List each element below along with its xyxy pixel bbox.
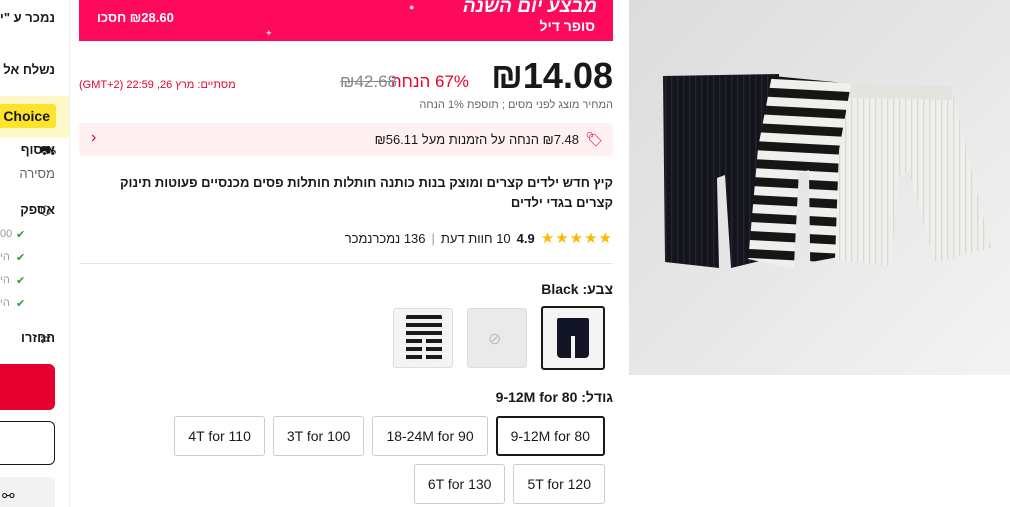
product-title: קיץ חדש ילדים קצרים ומוצק בנות כותנה חות…: [120, 175, 613, 210]
ships-to-label[interactable]: נשלח אל: [3, 62, 55, 77]
size-options: 80 9-12M for 90 18-24M for 100 3T for 11…: [135, 416, 605, 504]
banner-subtitle: סופר דיל: [539, 18, 595, 34]
color-swatches: ⊘: [393, 306, 605, 370]
selected-color: Black: [541, 281, 579, 297]
sold-by-label: נמכר ע "י: [0, 10, 55, 25]
swatch-black[interactable]: [541, 306, 605, 370]
tag-icon: 🏷: [585, 131, 603, 147]
size-option[interactable]: 120 5T for: [513, 464, 605, 504]
size-option[interactable]: 80 9-12M for: [495, 416, 605, 456]
chevron-left-icon[interactable]: ‹: [91, 129, 96, 147]
star-rating-icon: ★★★★★: [540, 230, 613, 247]
price-row: ₪14.08 67% הנחה ₪42.68 מסתיים: מרץ 26, 2…: [79, 55, 613, 96]
divider: [79, 263, 613, 264]
check-icon: ✔: [16, 298, 26, 310]
swatch-unavailable[interactable]: ⊘: [467, 308, 527, 368]
unavailable-icon: ⊘: [488, 331, 502, 348]
product-info: מבצע יום השנה סופר דיל ✦ ● ₪28.60 חסכו ₪…: [79, 0, 613, 507]
original-price: ₪42.68: [340, 72, 397, 91]
size-option[interactable]: 100 3T for: [272, 416, 365, 456]
size-option[interactable]: 90 18-24M for: [372, 416, 488, 456]
promo-banner: מבצע יום השנה סופר דיל ✦ ● ₪28.60 חסכו: [79, 0, 613, 41]
coupon-bar[interactable]: 🏷 ₪7.48 הנחה על הזמנות מעל ₪56.11 ‹: [79, 123, 613, 156]
side-panel: נמכר ע "י נשלח אל Choice ⛟ איסוף מסירה ⬡…: [0, 0, 70, 507]
product-photo-illustration: [663, 74, 991, 270]
check-icon: ✔: [16, 275, 26, 287]
choice-section: Choice: [0, 96, 69, 138]
size-label: גודל: 80 9-12M for: [496, 389, 613, 405]
spec-title: אספק: [20, 202, 55, 217]
check-icon: ✔: [16, 229, 26, 241]
coupon-text: ₪7.48 הנחה על הזמנות מעל ₪56.11: [374, 132, 579, 147]
sparkle-icon: ●: [409, 2, 415, 12]
sparkle-icon: ✦: [265, 28, 273, 38]
buy-now-button[interactable]: [0, 364, 55, 410]
share-button[interactable]: ⚯: [0, 477, 55, 507]
size-option[interactable]: 130 6T for: [413, 464, 506, 504]
product-image[interactable]: [629, 0, 1010, 375]
discount-label: 67% הנחה: [390, 72, 469, 91]
size-label-text: גודל:: [581, 389, 613, 405]
color-label: צבע: Black: [541, 281, 613, 297]
share-icon: ⚯: [2, 488, 15, 505]
selected-size: 80 9-12M for: [495, 389, 578, 405]
add-to-cart-button[interactable]: [0, 421, 55, 465]
choice-badge: Choice: [0, 104, 56, 128]
returns-title: החזרו: [20, 330, 55, 345]
swatch-striped[interactable]: [393, 308, 453, 368]
size-option[interactable]: 110 4T for: [174, 416, 265, 456]
check-icon: ✔: [16, 252, 26, 264]
spec-check-text: הי: [0, 297, 10, 309]
rating-score: 4.9: [516, 230, 535, 246]
separator: |: [431, 230, 435, 246]
tax-note: המחיר מוצג לפני מסים ; תוספת 1% הנחה: [419, 99, 613, 111]
sale-ends-label: מסתיים: מרץ 26, 22:59 (GMT+2): [79, 79, 236, 91]
banner-title: מבצע יום השנה: [462, 0, 597, 17]
color-label-text: צבע:: [582, 281, 613, 297]
spec-check-text: הי: [0, 274, 10, 286]
sold-count: 136 נמכרנמכר: [344, 230, 426, 246]
current-price: ₪14.08: [491, 55, 613, 96]
spec-check-text: הי: [0, 251, 10, 263]
spec-check-text: 00: [0, 228, 13, 240]
banner-savings: ₪28.60 חסכו: [97, 10, 174, 25]
collection-subtitle: מסירה: [19, 166, 55, 181]
review-count[interactable]: 10 חוות דעת: [441, 231, 511, 246]
collection-title: איסוף: [20, 142, 55, 157]
rating-row[interactable]: ★★★★★ 4.9 10 חוות דעת | 136 נמכרנמכר: [345, 229, 613, 247]
